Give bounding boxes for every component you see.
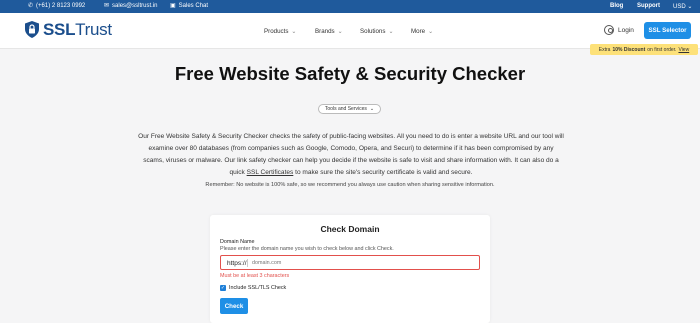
support-link[interactable]: Support (637, 3, 660, 9)
domain-input-group: https:// (220, 255, 480, 270)
divider (247, 259, 248, 267)
email-link[interactable]: ✉ sales@ssltrust.in (104, 3, 157, 9)
tools-services-dropdown[interactable]: Tools and Services ⌄ (318, 104, 381, 114)
nav-label: Solutions (360, 28, 386, 35)
checkbox-label: Include SSL/TLS Check (229, 285, 287, 291)
phone-link[interactable]: ✆ (+61) 2 8123 0992 (28, 3, 85, 9)
https-prefix: https:// (227, 260, 247, 267)
domain-input[interactable] (252, 258, 452, 268)
chat-text: Sales Chat (178, 3, 209, 9)
email-text: sales@ssltrust.in (112, 3, 158, 9)
promo-view-link[interactable]: View (678, 47, 689, 53)
checkbox-checked-icon[interactable]: ✓ (220, 285, 226, 291)
ssl-certificates-link[interactable]: SSL Certificates (247, 169, 294, 176)
sales-chat-link[interactable]: ▣ Sales Chat (170, 3, 208, 9)
card-title: Check Domain (320, 224, 380, 234)
check-domain-card: Check Domain Domain Name Please enter th… (210, 215, 490, 323)
remember-note: Remember: No website is 100% safe, so we… (205, 182, 495, 188)
validation-error: Must be at least 3 characters (220, 273, 290, 279)
login-link[interactable]: Login (604, 25, 634, 35)
email-icon: ✉ (104, 3, 110, 9)
page-title: Free Website Safety & Security Checker (174, 63, 526, 84)
chevron-down-icon: ⌄ (388, 29, 394, 35)
promo-banner: Extra 10% Discount on first order. View (590, 44, 698, 55)
currency-label: USD (673, 4, 686, 10)
nav-label: Brands (315, 28, 335, 35)
logo[interactable]: SSLTrust (25, 21, 112, 38)
login-label: Login (618, 26, 634, 34)
ssl-tls-checkbox-row[interactable]: ✓ Include SSL/TLS Check (220, 285, 286, 291)
phone-icon: ✆ (28, 3, 34, 9)
chevron-down-icon: ⌄ (687, 4, 693, 10)
chevron-down-icon: ⌄ (428, 29, 434, 35)
blog-link[interactable]: Blog (610, 3, 623, 9)
promo-suffix: on first order. (647, 46, 677, 53)
nav-brands[interactable]: Brands ⌄ (315, 28, 343, 35)
phone-text: (+61) 2 8123 0992 (36, 3, 86, 9)
nav-label: More (411, 28, 426, 35)
pill-label: Tools and Services (324, 106, 367, 112)
ssl-selector-button[interactable]: SSL Selector (644, 22, 691, 39)
user-icon (604, 25, 614, 35)
check-button[interactable]: Check (220, 298, 248, 314)
currency-select[interactable]: USD ⌄ (673, 3, 692, 10)
nav-more[interactable]: More ⌄ (411, 28, 433, 35)
promo-discount: 10% Discount (612, 46, 646, 53)
promo-prefix: Extra (598, 46, 611, 53)
nav-solutions[interactable]: Solutions ⌄ (360, 28, 394, 35)
chevron-down-icon: ⌄ (337, 29, 343, 35)
logo-text: SSLTrust (43, 20, 112, 39)
shield-lock-icon (25, 21, 39, 38)
top-bar: ✆ (+61) 2 8123 0992 ✉ sales@ssltrust.in … (0, 0, 700, 13)
intro-paragraph: Our Free Website Safety & Security Check… (138, 133, 564, 176)
chevron-down-icon: ⌄ (291, 29, 297, 35)
chat-icon: ▣ (170, 3, 176, 9)
domain-name-label: Domain Name (220, 239, 255, 245)
nav-products[interactable]: Products ⌄ (264, 28, 296, 35)
nav-label: Products (264, 28, 289, 35)
domain-help-text: Please enter the domain name you wish to… (220, 246, 394, 252)
chevron-down-icon: ⌄ (369, 106, 375, 112)
